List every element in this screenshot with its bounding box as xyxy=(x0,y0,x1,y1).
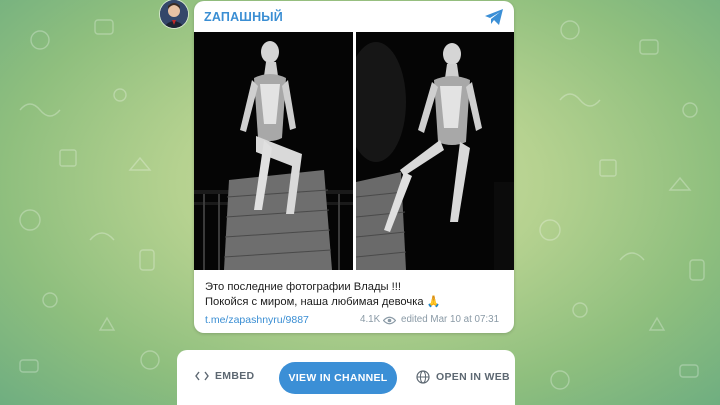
edited-timestamp: edited Mar 10 at 07:31 xyxy=(401,314,500,325)
globe-icon xyxy=(416,370,430,384)
view-in-channel-label: VIEW IN CHANNEL xyxy=(288,372,388,384)
message-line-1: Это последние фотографии Влады !!! xyxy=(205,281,401,293)
photo-left[interactable] xyxy=(194,32,353,270)
message-text: Это последние фотографии Влады !!! Покой… xyxy=(205,280,505,310)
view-in-channel-button[interactable]: VIEW IN CHANNEL xyxy=(279,362,397,394)
embed-label: EMBED xyxy=(215,370,255,382)
photo-right[interactable] xyxy=(356,32,514,270)
avatar xyxy=(160,0,188,28)
message-link[interactable]: t.me/zapashnyru/9887 xyxy=(205,314,309,326)
code-brackets-icon xyxy=(195,371,209,381)
embed-button[interactable]: EMBED xyxy=(195,370,254,382)
views-count: 4.1K xyxy=(360,314,381,325)
telegram-plane-icon[interactable] xyxy=(484,8,504,26)
channel-name[interactable]: ZАПАШНЫЙ xyxy=(204,10,283,24)
message-line-2: Покойся с миром, наша любимая девочка 🙏 xyxy=(205,296,441,308)
open-in-web-button[interactable]: OPEN IN WEB xyxy=(416,370,510,384)
channel-avatar[interactable] xyxy=(160,0,188,28)
open-in-web-label: OPEN IN WEB xyxy=(436,371,510,383)
eye-icon xyxy=(383,316,396,325)
